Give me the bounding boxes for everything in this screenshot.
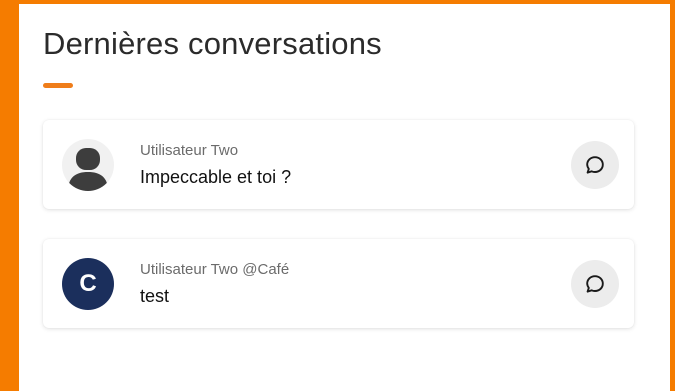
- avatar: C: [62, 258, 114, 310]
- conversation-meta: Utilisateur Two Impeccable et toi ?: [140, 141, 554, 189]
- conversation-meta: Utilisateur Two @Café test: [140, 260, 554, 308]
- app-frame: Dernières conversations Utilisateur Two …: [0, 0, 675, 391]
- avatar: [62, 139, 114, 191]
- conversation-card[interactable]: C Utilisateur Two @Café test: [43, 239, 634, 328]
- open-conversation-button[interactable]: [571, 141, 619, 189]
- section-title: Dernières conversations: [43, 26, 382, 61]
- title-underline-accent: [43, 83, 73, 88]
- chat-bubble-icon: [586, 275, 604, 293]
- conversation-last-message: test: [140, 286, 170, 306]
- open-conversation-button[interactable]: [571, 260, 619, 308]
- recent-conversations-panel: Dernières conversations Utilisateur Two …: [19, 4, 670, 391]
- user-silhouette-icon: [68, 148, 108, 191]
- conversation-last-message: Impeccable et toi ?: [140, 167, 292, 187]
- conversation-card[interactable]: Utilisateur Two Impeccable et toi ?: [43, 120, 634, 209]
- chat-bubble-icon: [586, 156, 604, 174]
- conversation-sender: Utilisateur Two @Café: [140, 261, 290, 278]
- conversation-sender: Utilisateur Two: [140, 142, 239, 159]
